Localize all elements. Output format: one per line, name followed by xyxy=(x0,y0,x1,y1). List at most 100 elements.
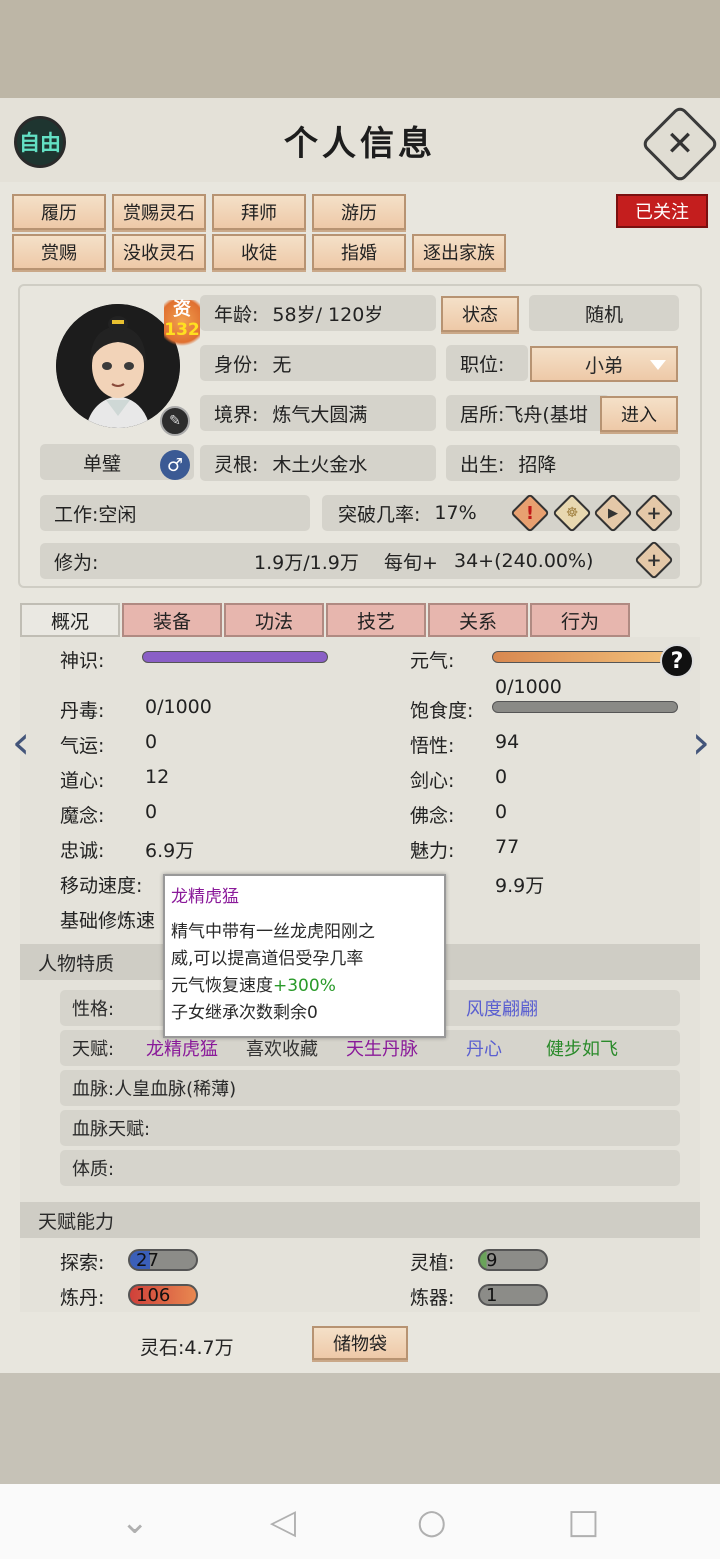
birth-field: 出生: 招降 xyxy=(446,445,680,481)
tab-equipment[interactable]: 装备 xyxy=(122,603,222,637)
edit-pen-icon[interactable]: ✎ xyxy=(160,406,190,436)
top-wave-band xyxy=(0,0,720,100)
alchemy-value: 106 xyxy=(128,1284,198,1306)
reward-stone-button[interactable]: 赏赐灵石 xyxy=(112,194,206,230)
aptitude-badge: 资 132 xyxy=(164,300,200,352)
resume-button[interactable]: 履历 xyxy=(12,194,106,230)
system-nav-bar: ⌄ ◁ ○ □ xyxy=(0,1484,720,1559)
tab-overview[interactable]: 概况 xyxy=(20,603,120,637)
physique-row: 体质: xyxy=(60,1150,680,1186)
move-speed-label: 移动速度: xyxy=(60,875,143,897)
help-icon[interactable]: ? xyxy=(660,644,694,678)
talent-collecting[interactable]: 喜欢收藏 xyxy=(246,1035,318,1061)
sword-heart-label: 剑心: xyxy=(410,770,455,792)
sword-heart-value: 0 xyxy=(495,766,508,788)
random-button[interactable]: 随机 xyxy=(529,295,679,331)
buddha-thought-value: 0 xyxy=(495,801,508,823)
bloodline-row: 血脉: 人皇血脉(稀薄) xyxy=(60,1070,680,1106)
tab-skills[interactable]: 技艺 xyxy=(326,603,426,637)
forge-value: 1 xyxy=(478,1284,548,1306)
chevron-down-icon[interactable]: ⌄ xyxy=(120,1502,149,1542)
explore-value: 27 xyxy=(128,1249,198,1271)
buddha-thought-label: 佛念: xyxy=(410,805,455,827)
previous-arrow-icon[interactable]: ‹ xyxy=(6,716,36,768)
talent-tooltip: 龙精虎猛 精气中带有一丝龙虎阳刚之 威,可以提高道侣受孕几率 元气恢复速度+30… xyxy=(163,874,446,1038)
recents-icon[interactable]: □ xyxy=(567,1502,599,1542)
vitality-value: 0/1000 xyxy=(495,676,562,698)
loyalty-value: 6.9万 xyxy=(145,840,195,862)
vitality-bar xyxy=(492,651,672,663)
charm-value: 77 xyxy=(495,836,520,858)
work-field: 工作: 空闲 xyxy=(40,495,310,531)
talent-dragon-tiger[interactable]: 龙精虎猛 xyxy=(146,1035,218,1061)
dao-heart-value: 12 xyxy=(145,766,170,788)
abilities-section-title: 天赋能力 xyxy=(20,1202,700,1238)
alchemy-label: 炼丹: xyxy=(60,1287,105,1309)
satiety-bar xyxy=(492,701,678,713)
personality-value: 风度翩翩 xyxy=(466,999,538,1020)
identity-field: 身份: 无 xyxy=(200,345,436,381)
charm-label: 魅力: xyxy=(410,840,455,862)
back-icon[interactable]: ◁ xyxy=(270,1502,296,1542)
next-arrow-icon[interactable]: › xyxy=(686,716,716,768)
pill-poison-value: 0/1000 xyxy=(145,696,212,718)
spirit-stone-amount: 灵石:4.7万 xyxy=(140,1337,234,1359)
home-icon[interactable]: ○ xyxy=(417,1502,447,1542)
page-title: 个人信息 xyxy=(284,124,436,164)
storage-bag-button[interactable]: 储物袋 xyxy=(312,1326,408,1360)
position-label: 职位: xyxy=(446,345,528,381)
tab-relations[interactable]: 关系 xyxy=(428,603,528,637)
demon-thought-value: 0 xyxy=(145,801,158,823)
satiety-label: 饱食度: xyxy=(410,700,474,722)
chevron-down-icon xyxy=(650,360,666,370)
base-cultivation-label: 基础修炼速 xyxy=(60,910,156,932)
status-button[interactable]: 状态 xyxy=(441,296,519,332)
plant-value: 9 xyxy=(478,1249,548,1271)
age-field: 年龄: 58岁/ 120岁 xyxy=(200,295,436,331)
reward-button[interactable]: 赏赐 xyxy=(12,234,106,270)
tab-behavior[interactable]: 行为 xyxy=(530,603,630,637)
avatar xyxy=(56,304,180,428)
expel-button[interactable]: 逐出家族 xyxy=(412,234,506,270)
arrange-marriage-button[interactable]: 指婚 xyxy=(312,234,406,270)
divine-sense-bar xyxy=(142,651,328,663)
luck-value: 0 xyxy=(145,731,158,753)
dao-heart-label: 道心: xyxy=(60,770,105,792)
cultivation-field: 修为: 1.9万/1.9万 每旬+ 34+(240.00%) xyxy=(40,543,680,579)
spirit-root-field: 灵根: 木土火金水 xyxy=(200,445,436,481)
position-dropdown[interactable]: 小弟 xyxy=(530,346,678,382)
tooltip-line4: 子女继承次数剩余0 xyxy=(171,1003,318,1023)
tooltip-line2: 威,可以提高道侣受孕几率 xyxy=(171,949,364,969)
power-value: 9.9万 xyxy=(495,875,545,897)
explore-label: 探索: xyxy=(60,1252,105,1274)
comprehension-value: 94 xyxy=(495,731,520,753)
take-disciple-button[interactable]: 收徒 xyxy=(212,234,306,270)
luck-label: 气运: xyxy=(60,735,105,757)
forge-label: 炼器: xyxy=(410,1287,455,1309)
lower-background xyxy=(0,1373,720,1484)
male-gender-icon: ♂ xyxy=(160,450,190,480)
tooltip-line1: 精气中带有一丝龙虎阳刚之 xyxy=(171,922,375,942)
realm-field: 境界: 炼气大圆满 xyxy=(200,395,436,431)
close-icon: ✕ xyxy=(665,124,695,164)
followed-badge[interactable]: 已关注 xyxy=(616,194,708,228)
enter-button[interactable]: 进入 xyxy=(600,396,678,432)
tooltip-line3: 元气恢复速度+300% xyxy=(171,976,336,996)
travel-button[interactable]: 游历 xyxy=(312,194,406,230)
talent-pill-vein[interactable]: 天生丹脉 xyxy=(346,1035,418,1061)
character-name: 单璧 xyxy=(82,452,121,475)
talent-swift-feet[interactable]: 健步如飞 xyxy=(546,1035,618,1061)
comprehension-label: 悟性: xyxy=(410,735,455,757)
pill-poison-label: 丹毒: xyxy=(60,700,105,722)
bloodline-talent-row: 血脉天赋: xyxy=(60,1110,680,1146)
apprentice-button[interactable]: 拜师 xyxy=(212,194,306,230)
divine-sense-label: 神识: xyxy=(60,650,105,672)
demon-thought-label: 魔念: xyxy=(60,805,105,827)
vitality-label: 元气: xyxy=(410,650,455,672)
residence-field: 居所: 飞舟(基坩 xyxy=(446,395,610,431)
talent-pill-heart[interactable]: 丹心 xyxy=(466,1035,502,1061)
tooltip-title: 龙精虎猛 xyxy=(171,887,239,907)
loyalty-label: 忠诚: xyxy=(60,840,105,862)
tab-techniques[interactable]: 功法 xyxy=(224,603,324,637)
confiscate-stone-button[interactable]: 没收灵石 xyxy=(112,234,206,270)
